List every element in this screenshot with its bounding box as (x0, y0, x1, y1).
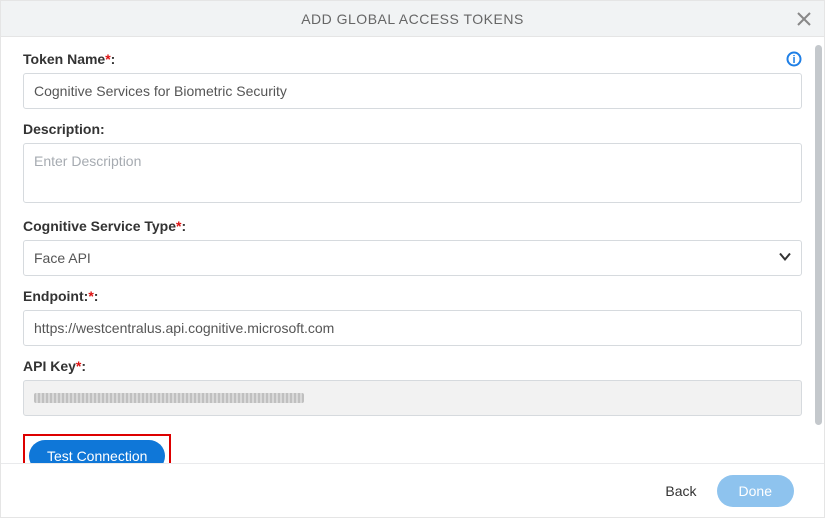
done-button[interactable]: Done (717, 475, 794, 507)
modal-title: ADD GLOBAL ACCESS TOKENS (301, 11, 524, 27)
masked-value (34, 393, 304, 403)
service-type-select[interactable]: Face API (23, 240, 802, 276)
description-input[interactable] (23, 143, 802, 203)
service-type-field: Cognitive Service Type*: Face API (23, 218, 802, 276)
required-marker: * (105, 51, 110, 67)
endpoint-label-text: Endpoint: (23, 288, 88, 304)
api-key-field: API Key*: (23, 358, 802, 416)
test-connection-button[interactable]: Test Connection (29, 440, 165, 465)
description-field: Description: (23, 121, 802, 206)
close-icon[interactable] (794, 9, 814, 29)
token-name-label: Token Name*: (23, 51, 802, 67)
endpoint-field: Endpoint:*: (23, 288, 802, 346)
scrollbar-thumb[interactable] (815, 45, 822, 425)
api-key-label: API Key*: (23, 358, 802, 374)
service-type-value: Face API (23, 240, 802, 276)
required-marker: * (88, 288, 93, 304)
api-key-label-text: API Key (23, 358, 76, 374)
svg-text:i: i (792, 54, 795, 66)
test-connection-highlight: Test Connection (23, 434, 171, 465)
modal-body-wrap: i Token Name*: Description: Cognitive Se… (1, 37, 824, 465)
endpoint-input[interactable] (23, 310, 802, 346)
endpoint-label: Endpoint:*: (23, 288, 802, 304)
modal-body: i Token Name*: Description: Cognitive Se… (1, 37, 824, 465)
service-type-label: Cognitive Service Type*: (23, 218, 802, 234)
info-icon[interactable]: i (786, 51, 802, 67)
description-label: Description: (23, 121, 802, 137)
service-type-label-text: Cognitive Service Type (23, 218, 176, 234)
required-marker: * (176, 218, 181, 234)
api-key-input[interactable] (23, 380, 802, 416)
token-name-label-text: Token Name (23, 51, 105, 67)
scrollbar[interactable] (815, 43, 822, 453)
add-global-access-tokens-modal: ADD GLOBAL ACCESS TOKENS i Token Name*: … (0, 0, 825, 518)
back-button[interactable]: Back (665, 483, 696, 499)
modal-footer: Back Done (1, 463, 824, 517)
modal-header: ADD GLOBAL ACCESS TOKENS (1, 1, 824, 37)
required-marker: * (76, 358, 81, 374)
token-name-input[interactable] (23, 73, 802, 109)
token-name-field: Token Name*: (23, 51, 802, 109)
